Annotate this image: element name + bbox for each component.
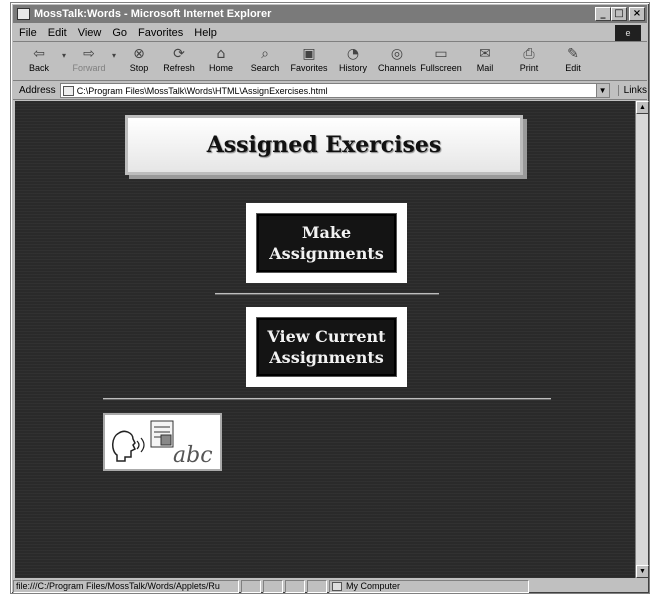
window-controls: _ □ × xyxy=(595,7,645,21)
fullscreen-button[interactable]: ▭ Fullscreen xyxy=(419,43,463,79)
address-value: C:\Program Files\MossTalk\Words\HTML\Ass… xyxy=(76,85,328,96)
dropdown-arrow-icon[interactable]: ▾ xyxy=(109,43,119,60)
history-button[interactable]: ◔ History xyxy=(331,43,375,79)
status-pane xyxy=(307,579,327,593)
toolbar-label: Channels xyxy=(377,63,417,73)
toolbar-label: Mail xyxy=(476,63,494,73)
menu-go[interactable]: Go xyxy=(112,27,127,39)
page-icon xyxy=(62,85,74,96)
browser-app-icon[interactable] xyxy=(17,8,30,20)
toolbar-label: Refresh xyxy=(163,63,195,73)
make-assignments-label: Make Assignments xyxy=(256,213,397,273)
home-icon: ⌂ xyxy=(216,46,226,62)
minimize-button[interactable]: _ xyxy=(595,7,611,21)
make-assignments-button[interactable]: Make Assignments xyxy=(246,203,407,283)
stop-button[interactable]: ⊗ Stop xyxy=(119,43,159,79)
fullscreen-icon: ▭ xyxy=(434,46,448,62)
menu-help[interactable]: Help xyxy=(194,27,217,39)
menu-view[interactable]: View xyxy=(78,27,102,39)
print-icon: ⎙ xyxy=(523,46,535,62)
toolbar-label: Home xyxy=(208,63,233,73)
divider xyxy=(103,398,551,400)
dropdown-arrow-icon[interactable]: ▾ xyxy=(59,43,69,60)
address-label: Address xyxy=(19,85,56,96)
menu-favorites[interactable]: Favorites xyxy=(138,27,183,39)
toolbar-label: Back xyxy=(28,63,49,73)
toolbar-label: Favorites xyxy=(290,63,328,73)
status-bar: file:///C:/Program Files/MossTalk/Words/… xyxy=(13,579,647,593)
favorites-button[interactable]: ▣ Favorites xyxy=(287,43,331,79)
page-title-banner: Assigned Exercises xyxy=(125,115,523,175)
window-title: MossTalk:Words - Microsoft Internet Expl… xyxy=(34,8,272,20)
edit-button[interactable]: ✎ Edit xyxy=(551,43,595,79)
status-pane xyxy=(285,579,305,593)
menu-file[interactable]: File xyxy=(19,27,37,39)
address-dropdown-button[interactable]: ▼ xyxy=(595,84,609,97)
home-button[interactable]: ⌂ Home xyxy=(199,43,243,79)
computer-icon xyxy=(332,581,342,591)
toolbar-label: History xyxy=(338,63,367,73)
status-pane xyxy=(241,579,261,593)
favorites-icon: ▣ xyxy=(302,46,316,62)
page-content: Assigned Exercises Make Assignments View… xyxy=(15,101,635,578)
mail-button[interactable]: ✉ Mail xyxy=(463,43,507,79)
toolbar-label: Print xyxy=(519,63,539,73)
refresh-icon: ⟳ xyxy=(173,46,185,62)
back-arrow-icon: ⇦ xyxy=(33,46,45,62)
scroll-up-button[interactable]: ▲ xyxy=(636,101,649,114)
channels-button[interactable]: ◎ Channels xyxy=(375,43,419,79)
status-url: file:///C:/Program Files/MossTalk/Words/… xyxy=(13,579,239,593)
mosstalk-logo-link[interactable]: abc xyxy=(103,413,222,471)
search-button[interactable]: ⌕ Search xyxy=(243,43,287,79)
toolbar-label: Stop xyxy=(129,63,149,73)
page-title: Assigned Exercises xyxy=(206,132,442,158)
logo-abc-text: abc xyxy=(173,443,213,468)
channels-icon: ◎ xyxy=(390,46,404,62)
status-zone: My Computer xyxy=(329,579,529,593)
scroll-down-button[interactable]: ▼ xyxy=(636,565,649,578)
forward-button[interactable]: ⇨ Forward xyxy=(69,43,109,79)
status-url-text: file:///C:/Program Files/MossTalk/Words/… xyxy=(16,581,220,591)
status-pane xyxy=(263,579,283,593)
close-button[interactable]: × xyxy=(629,7,645,21)
stop-icon: ⊗ xyxy=(133,46,145,62)
toolbar-label: Search xyxy=(250,63,280,73)
view-current-assignments-button[interactable]: View Current Assignments xyxy=(246,307,407,387)
menu-edit[interactable]: Edit xyxy=(48,27,67,39)
history-icon: ◔ xyxy=(346,46,360,62)
toolbar: ⇦ Back ▾ ⇨ Forward ▾ ⊗ Stop ⟳ Refresh ⌂ Home ⌕ Search… xyxy=(13,43,647,81)
status-zone-text: My Computer xyxy=(346,581,401,591)
menu-bar: File Edit View Go Favorites Help e xyxy=(13,24,647,42)
toolbar-label: Forward xyxy=(72,63,106,73)
edit-icon: ✎ xyxy=(567,46,579,62)
address-input[interactable]: C:\Program Files\MossTalk\Words\HTML\Ass… xyxy=(59,83,610,98)
address-bar: Address C:\Program Files\MossTalk\Words\… xyxy=(13,82,647,100)
print-button[interactable]: ⎙ Print xyxy=(507,43,551,79)
toolbar-label: Fullscreen xyxy=(420,63,462,73)
toolbar-label: Edit xyxy=(565,63,581,73)
maximize-button[interactable]: □ xyxy=(611,7,627,21)
refresh-button[interactable]: ⟳ Refresh xyxy=(159,43,199,79)
divider xyxy=(215,293,439,295)
mail-icon: ✉ xyxy=(479,46,491,62)
links-button[interactable]: Links xyxy=(617,85,647,96)
search-icon: ⌕ xyxy=(261,46,269,62)
vertical-scrollbar[interactable]: ▲ ▼ xyxy=(635,101,649,578)
forward-arrow-icon: ⇨ xyxy=(83,46,95,62)
title-bar[interactable]: MossTalk:Words - Microsoft Internet Expl… xyxy=(13,5,647,23)
browser-window: MossTalk:Words - Microsoft Internet Expl… xyxy=(10,2,650,594)
view-current-assignments-label: View Current Assignments xyxy=(256,317,397,377)
ie-throbber-logo: e xyxy=(615,25,641,41)
back-button[interactable]: ⇦ Back xyxy=(19,43,59,79)
